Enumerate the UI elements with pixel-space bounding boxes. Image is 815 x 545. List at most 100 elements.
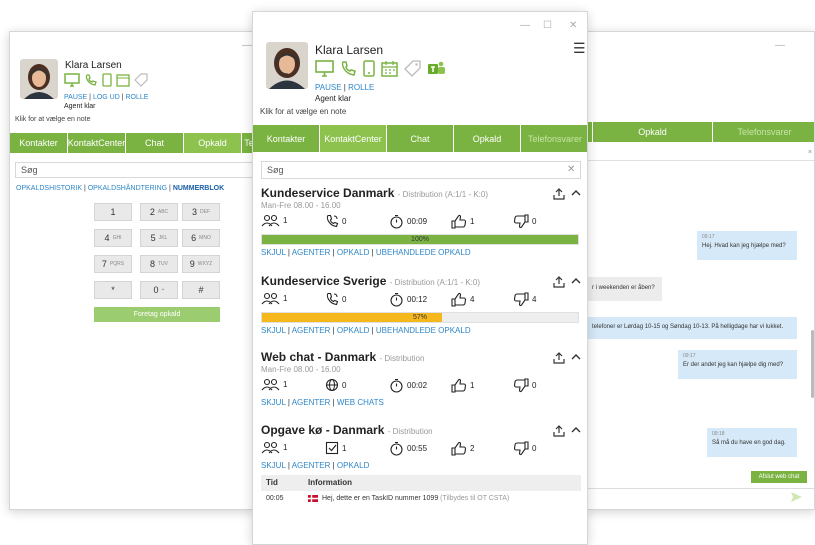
minimize-icon[interactable]: — <box>520 20 530 31</box>
key-7[interactable]: 7 PQRS <box>94 255 132 273</box>
tab-kontakter[interactable]: Kontakter <box>253 125 320 152</box>
timer-icon <box>389 441 404 456</box>
logout-link[interactable]: LOG UD <box>93 94 120 101</box>
search-input[interactable]: Søg <box>261 161 581 179</box>
tab-opkald[interactable]: Opkald <box>454 125 521 152</box>
share-icon[interactable] <box>553 276 565 288</box>
role-link[interactable]: ROLLE <box>348 83 374 92</box>
close-icon[interactable]: ✕ <box>569 20 577 31</box>
clear-search-icon[interactable]: ✕ <box>567 164 575 175</box>
tab-kontakter[interactable]: Kontakter <box>10 133 68 153</box>
tab-opkald[interactable]: Opkald <box>593 122 713 142</box>
tag-icon[interactable] <box>134 73 148 87</box>
collapse-chevron-icon[interactable] <box>571 426 581 434</box>
end-chat-button[interactable]: Afslut web chat <box>751 471 807 483</box>
queue-stat-time: 00:55 <box>389 441 427 456</box>
tag-icon[interactable] <box>404 60 421 77</box>
thumbs-down-icon <box>513 441 529 456</box>
queue-link-ubehandlede-opkald[interactable]: UBEHANDLEDE OPKALD <box>376 248 471 257</box>
key-letters: DEF <box>200 209 210 215</box>
key-0[interactable]: 0 + <box>140 281 178 299</box>
mobile-icon[interactable] <box>102 73 112 87</box>
send-icon[interactable] <box>790 491 803 503</box>
collapse-chevron-icon[interactable] <box>571 189 581 197</box>
key-8[interactable]: 8 TUV <box>140 255 178 273</box>
pause-link[interactable]: PAUSE <box>64 94 87 101</box>
share-icon[interactable] <box>553 425 565 437</box>
collapse-chevron-icon[interactable] <box>571 277 581 285</box>
center-window: — ☐ ✕ Klara Larsen ☰ PAUSE | ROLLE Agent… <box>252 11 588 545</box>
key-star[interactable]: * <box>94 281 132 299</box>
chat-input[interactable] <box>587 488 814 506</box>
share-icon[interactable] <box>553 352 565 364</box>
numpad-link[interactable]: NUMMERBLOK <box>173 185 224 192</box>
queue-link-opkald[interactable]: OPKALD <box>337 248 369 257</box>
phone-icon[interactable] <box>84 73 98 87</box>
mobile-icon[interactable] <box>363 60 375 77</box>
calendar-icon[interactable] <box>381 60 398 77</box>
agents-icon <box>261 441 280 454</box>
maximize-icon[interactable]: ☐ <box>543 20 552 31</box>
queue-link-opkald[interactable]: OPKALD <box>337 461 369 470</box>
note-prompt[interactable]: Klik for at vælge en note <box>260 107 346 116</box>
tab-chat[interactable]: Chat <box>387 125 454 152</box>
calendar-icon[interactable] <box>116 73 130 87</box>
queue-link-opkald[interactable]: OPKALD <box>337 326 369 335</box>
collapse-chevron-icon[interactable] <box>571 353 581 361</box>
phone-icon[interactable] <box>340 60 357 77</box>
queue-link-agenter[interactable]: AGENTER <box>292 248 331 257</box>
queue-stat-dislikes: 0 <box>513 378 536 393</box>
tab-telefonsvarer[interactable]: Telefonsvarer <box>713 122 814 142</box>
search-input[interactable]: Søg <box>15 162 254 178</box>
tab-telefonsvarer[interactable]: Telefonsvarer <box>521 125 587 152</box>
call-history-link[interactable]: OPKALDSHISTORIK <box>16 185 82 192</box>
call-handling-link[interactable]: OPKALDSHÅNDTERING <box>88 185 167 192</box>
key-letters: + <box>161 287 165 293</box>
role-link[interactable]: ROLLE <box>126 94 149 101</box>
tab-kontaktcenter[interactable]: KontaktCenter <box>68 133 126 153</box>
stat-value: 1 <box>470 381 475 390</box>
monitor-icon[interactable] <box>64 73 80 87</box>
queue-link-ubehandlede-opkald[interactable]: UBEHANDLEDE OPKALD <box>376 326 471 335</box>
queue-link-skjul[interactable]: SKJUL <box>261 248 286 257</box>
close-chat-icon[interactable]: × <box>808 149 812 156</box>
key-1[interactable]: 1 <box>94 203 132 221</box>
queue-link-web-chats[interactable]: WEB CHATS <box>337 398 384 407</box>
queue-title: Kundeservice Sverige - Distribution (A:1… <box>261 274 480 288</box>
note-prompt[interactable]: Klik for at vælge en note <box>15 116 91 123</box>
queue-link-skjul[interactable]: SKJUL <box>261 326 286 335</box>
share-icon[interactable] <box>553 188 565 200</box>
queue-link-skjul[interactable]: SKJUL <box>261 461 286 470</box>
chat-message: 09:17 Er der andet jeg kan hjælpe dig med… <box>678 350 797 379</box>
stat-value: 0 <box>532 381 537 390</box>
thumbs-down-icon <box>513 292 529 307</box>
queue-link-agenter[interactable]: AGENTER <box>292 398 331 407</box>
key-hash[interactable]: # <box>182 281 220 299</box>
tab-opkald[interactable]: Opkald <box>184 133 242 153</box>
stat-value: 1 <box>283 294 288 303</box>
queue-link-skjul[interactable]: SKJUL <box>261 398 286 407</box>
scrollbar[interactable] <box>811 330 814 398</box>
key-9[interactable]: 9 WXYZ <box>182 255 220 273</box>
minimize-icon[interactable]: — <box>775 40 785 51</box>
key-5[interactable]: 5 JKL <box>140 229 178 247</box>
queue-link-agenter[interactable]: AGENTER <box>292 461 331 470</box>
key-3[interactable]: 3 DEF <box>182 203 220 221</box>
queue-stat-likes: 4 <box>451 292 474 307</box>
key-6[interactable]: 6 MNO <box>182 229 220 247</box>
table-row[interactable]: 00:05 Hej, dette er en TaskID nummer 109… <box>261 492 581 508</box>
pause-link[interactable]: PAUSE <box>315 83 342 92</box>
tab-chat[interactable]: Chat <box>126 133 184 153</box>
menu-icon[interactable]: ☰ <box>573 40 586 57</box>
key-4[interactable]: 4 GHI <box>94 229 132 247</box>
key-2[interactable]: 2 ABC <box>140 203 178 221</box>
monitor-icon[interactable] <box>315 60 334 77</box>
place-call-button[interactable]: Foretag opkald <box>94 307 220 322</box>
key-letters: TUV <box>158 261 168 267</box>
close-icon[interactable]: — <box>242 40 252 51</box>
timer-icon <box>389 292 404 307</box>
tab-kontaktcenter[interactable]: KontaktCenter <box>320 125 387 152</box>
teams-icon[interactable] <box>427 60 446 77</box>
queue-link-agenter[interactable]: AGENTER <box>292 326 331 335</box>
agent-links: PAUSE | LOG UD | ROLLE <box>64 94 149 101</box>
